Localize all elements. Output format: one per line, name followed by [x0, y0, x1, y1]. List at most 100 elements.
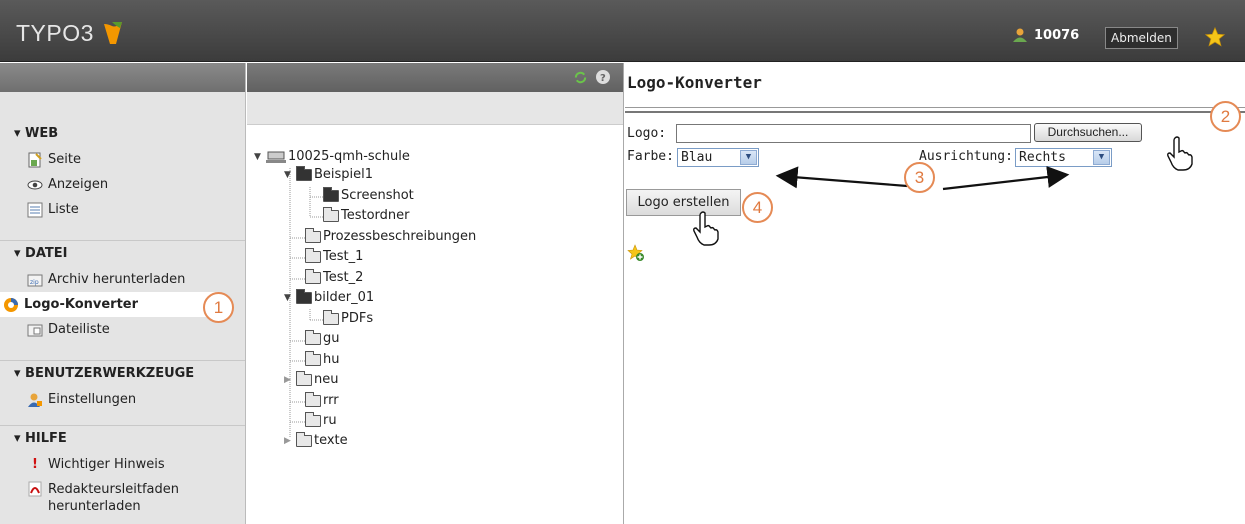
user-indicator[interactable]: 10076: [1012, 27, 1079, 43]
menu-item-label: Einstellungen: [48, 392, 137, 407]
eye-icon: [27, 180, 43, 189]
svg-text:zip: zip: [30, 279, 39, 286]
tree-node-rrr[interactable]: rrr: [305, 391, 339, 408]
folder-icon: [305, 247, 321, 263]
tree-node-ru[interactable]: ru: [305, 411, 337, 428]
tree-node-label: PDFs: [341, 311, 374, 326]
menu-item-logo-konverter[interactable]: Logo-Konverter: [0, 292, 218, 317]
tree-node-label: hu: [323, 352, 340, 367]
expand-arrow-icon[interactable]: ▶: [284, 436, 294, 446]
svg-text:?: ?: [600, 73, 606, 84]
tree-node-label: gu: [323, 331, 340, 346]
color-select-value: Blau: [681, 150, 713, 165]
collapse-arrow-icon[interactable]: ▼: [284, 293, 294, 303]
section-web: ▾ WEB Seite Anzeigen Liste: [0, 121, 245, 222]
menu-item-redakteursleitfaden[interactable]: Redakteursleitfaden herunterladen: [0, 477, 245, 517]
expand-arrow-icon[interactable]: ▶: [284, 375, 294, 385]
section-title[interactable]: ▾ DATEI: [0, 241, 245, 267]
tree-node-prozessbeschreibungen[interactable]: Prozessbeschreibungen: [305, 227, 476, 244]
tree-filter-bar: [247, 92, 623, 125]
chevron-down-icon: ▼: [740, 150, 757, 165]
brand-text: TYPO3: [16, 19, 94, 46]
tree-node-gu[interactable]: gu: [305, 329, 340, 346]
tree-node-label: Screenshot: [341, 188, 414, 203]
section-title[interactable]: ▾ HILFE: [0, 426, 245, 452]
tree-node-hu[interactable]: hu: [305, 350, 340, 367]
hand-cursor-icon: [1167, 136, 1193, 171]
create-logo-button[interactable]: Logo erstellen: [626, 189, 741, 216]
typo3-logo-icon: [103, 22, 122, 44]
content-area: Logo-Konverter Logo: Durchsuchen... Farb…: [625, 63, 1245, 524]
folder-icon: [323, 206, 339, 222]
refresh-icon[interactable]: [573, 70, 588, 85]
top-bar: TYPO3 10076 Abmelden: [0, 0, 1245, 62]
bookmark-star-icon[interactable]: [1204, 26, 1226, 48]
color-select[interactable]: Blau ▼: [677, 148, 759, 167]
collapse-arrow-icon[interactable]: ▼: [284, 170, 294, 180]
tree-node-test1[interactable]: Test_1: [305, 247, 364, 264]
section-hilfe: ▾ HILFE ! Wichtiger Hinweis Redakteursle…: [0, 426, 245, 517]
tree-node-neu[interactable]: ▶ neu: [284, 370, 338, 387]
menu-item-wichtiger-hinweis[interactable]: ! Wichtiger Hinweis: [0, 452, 245, 477]
typo3-logo[interactable]: TYPO3: [16, 18, 128, 48]
tree-node-label: 10025-qmh-schule: [288, 149, 410, 164]
module-menu-header: [0, 63, 245, 92]
tree-toolbar: ?: [247, 63, 623, 92]
callout-3: 3: [904, 162, 935, 193]
color-label: Farbe:: [627, 149, 674, 164]
tree-node-texte[interactable]: ▶ texte: [284, 431, 348, 448]
menu-item-einstellungen[interactable]: Einstellungen: [0, 387, 245, 412]
section-benutzerwerkzeuge: ▾ BENUTZERWERKZEUGE Einstellungen: [0, 361, 245, 412]
alignment-select[interactable]: Rechts ▼: [1015, 148, 1112, 167]
tree-node-pdfs[interactable]: PDFs: [323, 309, 374, 326]
tree-node-label: Test_1: [323, 249, 364, 264]
logout-button[interactable]: Abmelden: [1105, 27, 1178, 49]
tree-root[interactable]: ▼ 10025-qmh-schule: [254, 149, 410, 164]
section-title[interactable]: ▾ BENUTZERWERKZEUGE: [0, 361, 245, 387]
logo-file-input[interactable]: [676, 124, 1031, 143]
menu-item-label: Logo-Konverter: [24, 297, 139, 312]
section-title[interactable]: ▾ WEB: [0, 121, 245, 147]
tree-node-label: texte: [314, 433, 348, 448]
tree-node-bilder01[interactable]: ▼ bilder_01: [284, 288, 374, 305]
folder-icon: [296, 431, 312, 447]
add-bookmark-icon[interactable]: [627, 244, 645, 262]
tree-node-label: Beispiel1: [314, 167, 374, 182]
folder-tree-pane: ? ▼ 10025-qmh-schule ▼ Beispiel1 Screens…: [247, 63, 624, 524]
menu-item-label: Dateiliste: [48, 322, 110, 337]
menu-item-dateiliste[interactable]: Dateiliste: [0, 317, 245, 342]
tree-node-test2[interactable]: Test_2: [305, 268, 363, 285]
folder-open-icon: [296, 288, 312, 304]
menu-item-label: Archiv herunterladen: [48, 272, 186, 287]
alignment-select-value: Rechts: [1019, 150, 1066, 165]
browse-button[interactable]: Durchsuchen...: [1034, 123, 1142, 142]
chevron-down-icon: ▼: [1093, 150, 1110, 165]
exclamation-icon: !: [32, 456, 38, 472]
tree-node-beispiel1[interactable]: ▼ Beispiel1: [284, 165, 374, 182]
tree-node-label: Testordner: [341, 208, 410, 223]
server-icon: [266, 151, 286, 163]
folder-icon: [305, 329, 321, 345]
folder-icon: [305, 391, 321, 407]
folder-icon: [305, 227, 321, 243]
menu-item-seite[interactable]: Seite: [0, 147, 245, 172]
folder-icon: [323, 309, 339, 325]
tree-node-testordner[interactable]: Testordner: [323, 206, 410, 223]
folder-icon: [305, 350, 321, 366]
collapse-arrow-icon[interactable]: ▼: [254, 152, 264, 162]
tree-node-label: rrr: [323, 393, 339, 408]
help-icon[interactable]: ?: [595, 69, 611, 85]
folder-open-icon: [323, 186, 339, 202]
section-datei: ▾ DATEI zip Archiv herunterladen Logo-Ko…: [0, 241, 245, 342]
menu-item-archiv[interactable]: zip Archiv herunterladen: [0, 267, 245, 292]
menu-item-liste[interactable]: Liste: [0, 197, 245, 222]
logo-converter-icon: [4, 297, 18, 312]
folder-open-icon: [296, 165, 312, 181]
filelist-icon: [27, 324, 43, 336]
tree-node-screenshot[interactable]: Screenshot: [323, 186, 414, 203]
page-icon: [28, 152, 42, 167]
menu-item-anzeigen[interactable]: Anzeigen: [0, 172, 245, 197]
alignment-label: Ausrichtung:: [919, 149, 1013, 164]
divider: [625, 107, 1245, 108]
zip-icon: zip: [27, 274, 43, 286]
